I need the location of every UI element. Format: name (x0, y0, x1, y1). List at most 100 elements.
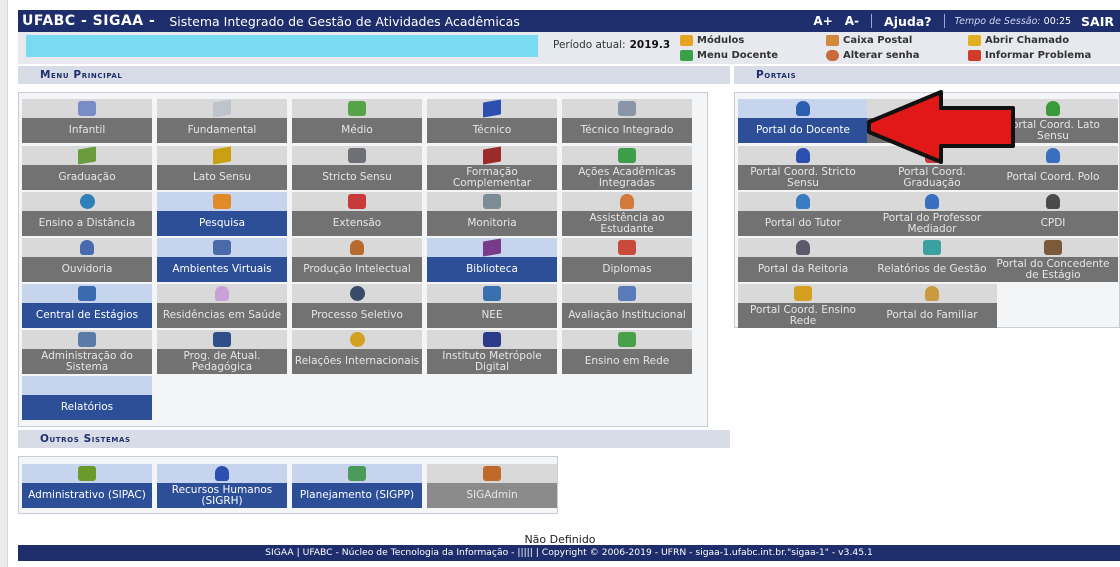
crayons-icon (78, 101, 96, 116)
tile-icon-area (157, 464, 287, 483)
tile-planejamento-sigpp[interactable]: Planejamento (SIGPP) (292, 464, 422, 508)
tile-central-de-estagios[interactable]: Central de Estágios (22, 284, 152, 328)
tile-tecnico[interactable]: Técnico (427, 99, 557, 143)
tile-label: Relatórios de Gestão (867, 257, 997, 282)
tile-label: Prog. de Atual. Pedagógica (157, 349, 287, 374)
tile-label: Assistência ao Estudante (562, 211, 692, 236)
tile-pesquisa[interactable]: Pesquisa (157, 192, 287, 236)
headset-icon (80, 240, 94, 255)
evaluation-icon (618, 286, 636, 301)
report-problem-link[interactable]: Informar Problema (968, 48, 1091, 62)
tile-relatorios-de-gestao[interactable]: Relatórios de Gestão (867, 238, 997, 282)
tile-label: Planejamento (SIGPP) (292, 483, 422, 508)
megaphone-icon (348, 194, 366, 209)
tile-administracao-do-sistema[interactable]: Administração do Sistema (22, 330, 152, 374)
tile-residencias-em-saude[interactable]: Residências em Saúde (157, 284, 287, 328)
tile-icon-area (157, 238, 287, 257)
help-link[interactable]: Ajuda? (878, 14, 938, 29)
font-decrease-button[interactable]: A- (839, 14, 865, 28)
tile-icon-area (292, 99, 422, 118)
header-controls: A+ A- Ajuda? Tempo de Sessão: 00:25 SAIR (807, 10, 1120, 32)
tile-label: Portal Coord. Polo (988, 165, 1118, 190)
tile-label: Diplomas (562, 257, 692, 282)
mailbox-icon (826, 34, 839, 46)
tile-biblioteca[interactable]: Biblioteca (427, 238, 557, 282)
tile-administrativo-sipac[interactable]: Administrativo (SIPAC) (22, 464, 152, 508)
open-ticket-link[interactable]: Abrir Chamado (968, 33, 1069, 47)
person-key-icon (826, 49, 839, 61)
tile-portal-do-concedente-de-estagio[interactable]: Portal do Concedente de Estágio (988, 238, 1118, 282)
tile-portal-do-familiar[interactable]: Portal do Familiar (867, 284, 997, 328)
tile-medio[interactable]: Médio (292, 99, 422, 143)
tile-processo-seletivo[interactable]: Processo Seletivo (292, 284, 422, 328)
teacher-menu-link[interactable]: Menu Docente (680, 48, 778, 62)
inbox-link[interactable]: Caixa Postal (826, 33, 912, 47)
tile-icon-area (867, 238, 997, 257)
tile-ensino-em-rede[interactable]: Ensino em Rede (562, 330, 692, 374)
tile-icon-area (22, 376, 152, 395)
tile-ouvidoria[interactable]: Ouvidoria (22, 238, 152, 282)
person-check-icon (350, 240, 364, 255)
tile-tecnico-integrado[interactable]: Técnico Integrado (562, 99, 692, 143)
left-scroll-strip (0, 0, 8, 567)
modules-link[interactable]: Módulos (680, 33, 744, 47)
font-increase-button[interactable]: A+ (807, 14, 838, 28)
tile-monitoria[interactable]: Monitoria (427, 192, 557, 236)
main-menu-title: Menu Principal (40, 69, 123, 81)
tile-icon-area (427, 146, 557, 165)
change-password-link[interactable]: Alterar senha (826, 48, 920, 62)
tile-icon-area (427, 238, 557, 257)
tile-avaliacao-institucional[interactable]: Avaliação Institucional (562, 284, 692, 328)
tile-graduacao[interactable]: Graduação (22, 146, 152, 190)
tile-nee[interactable]: NEE (427, 284, 557, 328)
tile-cpdi[interactable]: CPDI (988, 192, 1118, 236)
header-divider (871, 14, 873, 28)
tile-ensino-a-distancia[interactable]: Ensino a Distância (22, 192, 152, 236)
board-icon (483, 194, 501, 209)
logout-button[interactable]: SAIR (1077, 14, 1120, 29)
tile-relatorios[interactable]: Relatórios (22, 376, 152, 420)
tile-diplomas[interactable]: Diplomas (562, 238, 692, 282)
tile-icon-area (738, 284, 868, 303)
tile-portal-da-reitoria[interactable]: Portal da Reitoria (738, 238, 868, 282)
tile-portal-do-professor-mediador[interactable]: Portal do Professor Mediador (867, 192, 997, 236)
tile-label: Relações Internacionais (292, 349, 422, 374)
tile-icon-area (22, 146, 152, 165)
tile-recursos-humanos-sigrh[interactable]: Recursos Humanos (SIGRH) (157, 464, 287, 508)
tile-instituto-metropole-digital[interactable]: Instituto Metrópole Digital (427, 330, 557, 374)
tile-sigadmin[interactable]: SIGAdmin (427, 464, 557, 508)
tile-ambientes-virtuais[interactable]: Ambientes Virtuais (157, 238, 287, 282)
ticket-icon (968, 34, 981, 46)
person-icon (796, 240, 810, 255)
tile-prog-de-atual-pedagogica[interactable]: Prog. de Atual. Pedagógica (157, 330, 287, 374)
tile-acoes-academicas-integradas[interactable]: Ações Acadêmicas Integradas (562, 146, 692, 190)
info-row: Período atual: 2019.3 Módulos Menu Docent… (18, 32, 1120, 64)
open-ticket-label: Abrir Chamado (985, 34, 1070, 46)
tile-fundamental[interactable]: Fundamental (157, 99, 287, 143)
main-menu-panel: Infantil Fundamental Médio Técnico Técnico I… (18, 92, 708, 427)
doctor-icon (215, 286, 229, 301)
tile-icon-area (988, 192, 1118, 211)
system-name: Sistema Integrado de Gestão de Atividade… (169, 13, 520, 29)
tile-icon-area (157, 99, 287, 118)
tile-infantil[interactable]: Infantil (22, 99, 152, 143)
tile-extensao[interactable]: Extensão (292, 192, 422, 236)
tile-portal-do-docente[interactable]: Portal do Docente (738, 99, 868, 143)
tile-formacao-complementar[interactable]: Formação Complementar (427, 146, 557, 190)
tile-stricto-sensu[interactable]: Stricto Sensu (292, 146, 422, 190)
presentation-icon (213, 332, 231, 347)
accessibility-icon (483, 286, 501, 301)
tile-label: Residências em Saúde (157, 303, 287, 328)
tile-portal-do-tutor[interactable]: Portal do Tutor (738, 192, 868, 236)
tile-label: Portal do Professor Mediador (867, 211, 997, 236)
portals-header: Portais (734, 66, 1120, 84)
tile-portal-coord-ensino-rede[interactable]: Portal Coord. Ensino Rede (738, 284, 868, 328)
tile-lato-sensu[interactable]: Lato Sensu (157, 146, 287, 190)
tile-portal-coord-stricto-sensu[interactable]: Portal Coord. Stricto Sensu (738, 146, 868, 190)
tile-producao-intelectual[interactable]: Produção Intelectual (292, 238, 422, 282)
tile-assistencia-ao-estudante[interactable]: Assistência ao Estudante (562, 192, 692, 236)
tile-icon-area (427, 284, 557, 303)
tile-relacoes-internacionais[interactable]: Relações Internacionais (292, 330, 422, 374)
modules-icon (680, 34, 693, 46)
tile-icon-area (22, 284, 152, 303)
